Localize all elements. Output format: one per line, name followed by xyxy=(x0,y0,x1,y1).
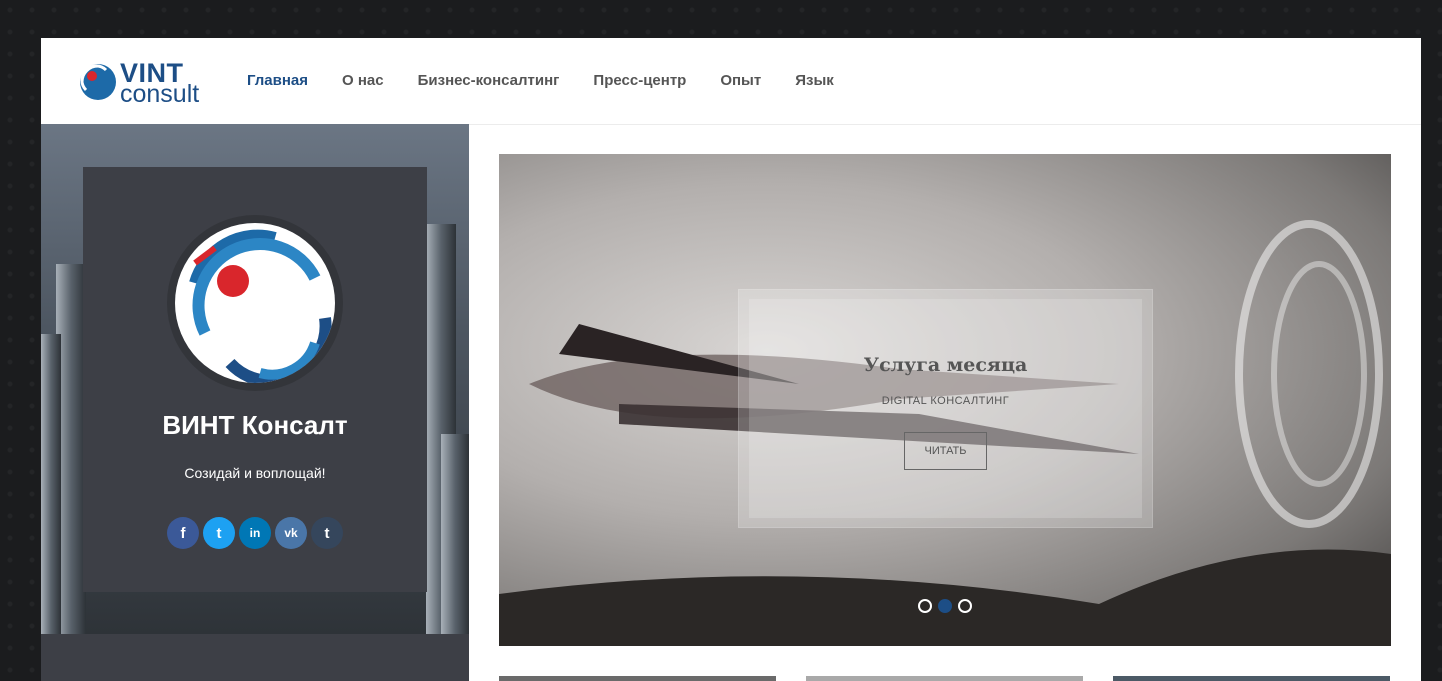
slider-dot-2[interactable] xyxy=(938,599,952,613)
slide-caption: Услуга месяца DIGITAL КОНСАЛТИНГ ЧИТАТЬ xyxy=(738,289,1153,528)
profile-name: ВИНТ Консалт xyxy=(162,410,348,440)
slide-subtitle: DIGITAL КОНСАЛТИНГ xyxy=(881,395,1010,407)
nav-item-press-center[interactable]: Пресс-центр xyxy=(593,72,686,89)
avatar xyxy=(167,215,343,391)
slider-dot-3[interactable] xyxy=(958,599,972,613)
thumbnail-1[interactable] xyxy=(499,676,776,681)
slide-title: Услуга месяца xyxy=(863,354,1028,376)
nav-item-language[interactable]: Язык xyxy=(795,72,834,89)
thumbnail-2[interactable] xyxy=(806,676,1083,681)
facebook-icon[interactable]: f xyxy=(167,517,199,549)
social-links: f t in vk t xyxy=(167,517,343,549)
hero-slider[interactable]: Услуга месяца DIGITAL КОНСАЛТИНГ ЧИТАТЬ xyxy=(499,154,1391,646)
slider-dots xyxy=(918,599,972,613)
logo-globe-icon xyxy=(80,64,116,100)
slider-dot-1[interactable] xyxy=(918,599,932,613)
header: VINT consult Главная О нас Бизнес-консал… xyxy=(41,38,1421,125)
linkedin-icon[interactable]: in xyxy=(239,517,271,549)
logo-text-consult: consult xyxy=(120,80,200,108)
profile-card: ВИНТ Консалт Созидай и воплощай! f t in … xyxy=(83,167,427,592)
vk-icon[interactable]: vk xyxy=(275,517,307,549)
profile-tagline: Созидай и воплощай! xyxy=(184,465,326,481)
nav-item-home[interactable]: Главная xyxy=(247,72,308,89)
nav-item-business-consulting[interactable]: Бизнес-консалтинг xyxy=(418,72,560,89)
logo[interactable]: VINT consult xyxy=(76,58,216,108)
tumblr-icon[interactable]: t xyxy=(311,517,343,549)
main-nav: Главная О нас Бизнес-консалтинг Пресс-це… xyxy=(247,72,834,89)
nav-item-experience[interactable]: Опыт xyxy=(720,72,761,89)
sidebar: ВИНТ Консалт Созидай и воплощай! f t in … xyxy=(41,124,469,681)
read-button[interactable]: ЧИТАТЬ xyxy=(904,432,987,470)
thumbnail-3[interactable] xyxy=(1113,676,1390,681)
twitter-icon[interactable]: t xyxy=(203,517,235,549)
nav-item-about[interactable]: О нас xyxy=(342,72,384,89)
page: VINT consult Главная О нас Бизнес-консал… xyxy=(41,38,1421,681)
globe-logo-icon xyxy=(177,225,333,383)
